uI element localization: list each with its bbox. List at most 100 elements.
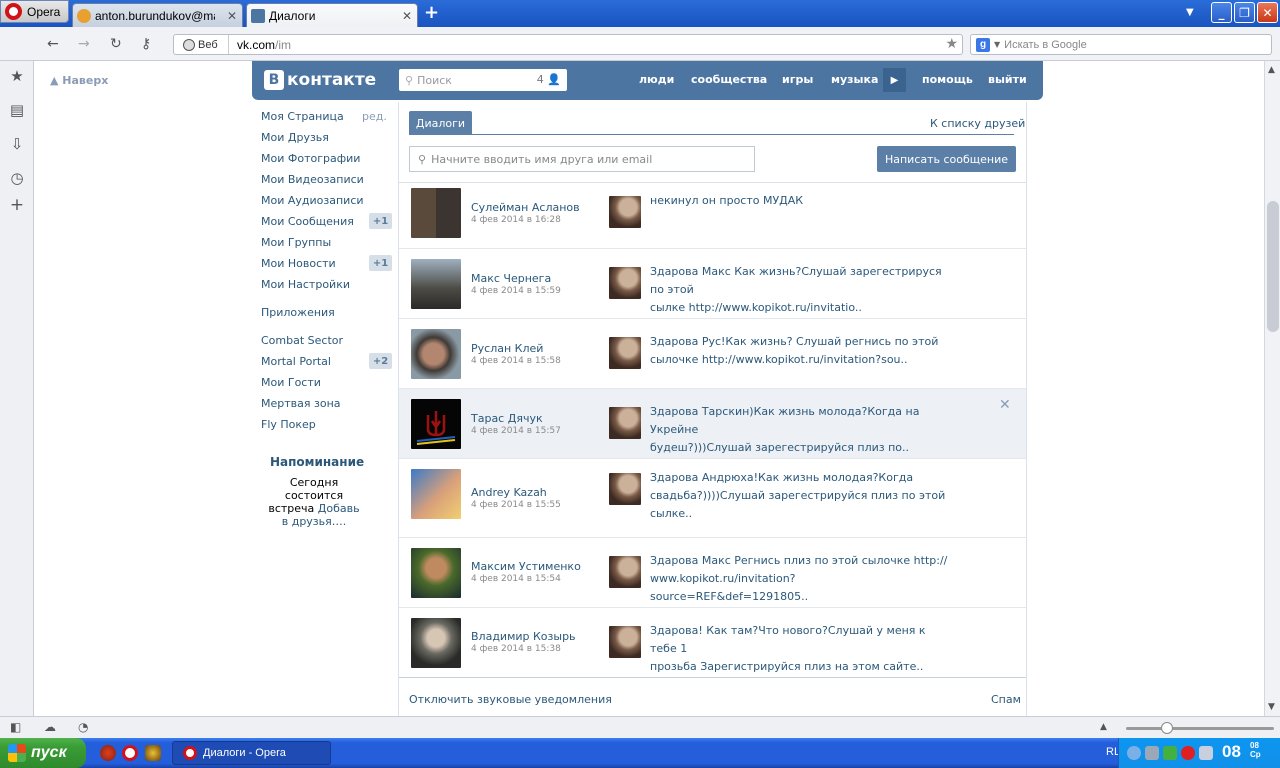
opera-menu-button[interactable]: Opera	[0, 0, 69, 23]
message-preview[interactable]: Здарова Тарскин)Как жизнь молода?Когда н…	[650, 403, 950, 457]
dialog-row[interactable]: Руслан Клей 4 фев 2014 в 15:58 Здарова Р…	[399, 319, 1026, 389]
quicklaunch-game-icon[interactable]	[145, 745, 161, 761]
menu-settings[interactable]: Мои Настройки	[261, 278, 350, 291]
my-avatar[interactable]	[609, 337, 641, 369]
tray-arrow-icon[interactable]	[1127, 746, 1141, 760]
dialog-row[interactable]: Максим Устименко 4 фев 2014 в 15:54 Здар…	[399, 538, 1026, 608]
message-preview[interactable]: Здарова Макс Как жизнь?Слушай зарегестри…	[650, 263, 950, 317]
scroll-up-arrow-icon[interactable]: ▲	[1268, 65, 1275, 75]
my-avatar[interactable]	[609, 626, 641, 658]
nav-people[interactable]: люди	[639, 73, 674, 86]
bookmarks-star-icon[interactable]: ★	[8, 67, 26, 85]
menu-groups[interactable]: Мои Группы	[261, 236, 331, 249]
vk-search-input[interactable]: ⚲ Поиск 4 👤	[399, 69, 567, 91]
quicklaunch-browser-icon[interactable]	[100, 745, 116, 761]
web-security-badge[interactable]: Веб	[174, 35, 229, 54]
back-arrow-icon[interactable]: ←	[47, 36, 59, 52]
nav-games[interactable]: игры	[782, 73, 813, 86]
contact-avatar[interactable]	[411, 469, 461, 519]
notes-icon[interactable]: ▤	[8, 101, 26, 119]
quicklaunch-opera-icon[interactable]	[122, 745, 138, 761]
contact-name[interactable]: Andrey Kazah	[471, 486, 547, 499]
message-preview[interactable]: Здарова Рус!Как жизнь? Слушай регнись по…	[650, 333, 950, 369]
address-url[interactable]: vk.com/im	[237, 38, 291, 52]
dialog-row[interactable]: Andrey Kazah 4 фев 2014 в 15:55 Здарова …	[399, 459, 1026, 538]
news-badge[interactable]: +1	[369, 255, 392, 271]
my-avatar[interactable]	[609, 407, 641, 439]
menu-photos[interactable]: Мои Фотографии	[261, 152, 360, 165]
taskbar-item-opera[interactable]: Диалоги - Opera	[172, 741, 331, 765]
app-mortal-portal[interactable]: Mortal Portal	[261, 355, 331, 368]
disable-sound-notifications-link[interactable]: Отключить звуковые уведомления	[409, 693, 612, 706]
messages-badge[interactable]: +1	[369, 213, 392, 229]
tab-list-chevron-down-icon[interactable]: ▼	[1186, 7, 1194, 18]
contact-avatar[interactable]	[411, 399, 461, 449]
close-tab-icon[interactable]: ✕	[227, 9, 237, 23]
app-my-guests[interactable]: Мои Гости	[261, 376, 321, 389]
message-preview[interactable]: некинул он просто МУДАК	[650, 192, 950, 210]
search-engine-chevron-down-icon[interactable]: ▼	[994, 40, 1000, 49]
contact-name[interactable]: Владимир Козырь	[471, 630, 576, 643]
history-clock-icon[interactable]: ◷	[8, 169, 26, 187]
tab-dialogs-page[interactable]: Диалоги	[409, 111, 472, 135]
spam-link[interactable]: Спам	[991, 693, 1021, 706]
tray-opera-icon[interactable]	[1181, 746, 1195, 760]
message-preview[interactable]: Здарова Андрюха!Как жизнь молодая?Когда …	[650, 469, 950, 523]
downloads-icon[interactable]: ⇩	[8, 135, 26, 153]
tray-network-icon[interactable]	[1145, 746, 1159, 760]
contact-avatar[interactable]	[411, 618, 461, 668]
new-tab-plus-icon[interactable]: +	[424, 4, 439, 22]
reload-icon[interactable]: ↻	[110, 36, 122, 52]
start-button[interactable]: пуск	[0, 738, 86, 768]
my-avatar[interactable]	[609, 267, 641, 299]
cloud-icon[interactable]: ☁	[44, 720, 56, 734]
message-preview[interactable]: Здарова! Как там?Что нового?Слушай у мен…	[650, 622, 950, 676]
clock-time[interactable]: 08	[1222, 742, 1241, 762]
contact-name[interactable]: Руслан Клей	[471, 342, 543, 355]
contact-name[interactable]: Макс Чернега	[471, 272, 551, 285]
zoom-slider-knob[interactable]	[1161, 722, 1173, 734]
menu-friends[interactable]: Мои Друзья	[261, 131, 329, 144]
my-avatar[interactable]	[609, 473, 641, 505]
minimize-button[interactable]: _	[1211, 2, 1232, 23]
add-panel-plus-icon[interactable]: +	[8, 195, 26, 215]
menu-edit-link[interactable]: ред.	[362, 110, 387, 123]
vertical-scrollbar[interactable]: ▲ ▼	[1264, 61, 1280, 716]
nav-music[interactable]: музыка	[831, 73, 878, 86]
app-dead-zone[interactable]: Мертвая зона	[261, 397, 341, 410]
zoom-arrow-icon[interactable]: ▲	[1100, 722, 1107, 732]
nav-help[interactable]: помощь	[922, 73, 973, 86]
speed-dial-icon[interactable]: ◔	[78, 720, 88, 734]
contact-avatar[interactable]	[411, 188, 461, 238]
menu-my-page[interactable]: Моя Страница	[261, 110, 344, 123]
contact-name[interactable]: Тарас Дячук	[471, 412, 543, 425]
dialog-row[interactable]: Владимир Козырь 4 фев 2014 в 15:38 Здаро…	[399, 608, 1026, 678]
contact-avatar[interactable]	[411, 329, 461, 379]
scrollbar-thumb[interactable]	[1267, 201, 1279, 332]
google-search-field[interactable]: g ▼ Искать в Google	[970, 34, 1272, 55]
contact-name[interactable]: Максим Устименко	[471, 560, 581, 573]
zoom-slider[interactable]	[1126, 727, 1274, 730]
dialog-row[interactable]: Сулейман Асланов 4 фев 2014 в 16:28 неки…	[399, 183, 1026, 249]
panel-toggle-icon[interactable]: ◧	[10, 720, 21, 734]
my-avatar[interactable]	[609, 556, 641, 588]
nav-logout[interactable]: выйти	[988, 73, 1027, 86]
menu-messages[interactable]: Мои Сообщения	[261, 215, 354, 228]
write-message-button[interactable]: Написать сообщение	[877, 146, 1016, 172]
scroll-down-arrow-icon[interactable]: ▼	[1268, 702, 1275, 712]
music-play-icon[interactable]: ▶	[883, 68, 906, 92]
bookmark-star-icon[interactable]: ★	[945, 36, 958, 52]
message-preview[interactable]: Здарова Макс Регнись плиз по этой сылочк…	[650, 552, 950, 606]
dialog-row[interactable]: Макс Чернега 4 фев 2014 в 15:59 Здарова …	[399, 249, 1026, 319]
mortal-portal-badge[interactable]: +2	[369, 353, 392, 369]
menu-videos[interactable]: Мои Видеозаписи	[261, 173, 364, 186]
nav-communities[interactable]: сообщества	[691, 73, 767, 86]
back-to-top-link[interactable]: ▲ Наверх	[50, 74, 108, 87]
app-fly-poker[interactable]: Fly Покер	[261, 418, 316, 431]
contact-name[interactable]: Сулейман Асланов	[471, 201, 580, 214]
key-icon[interactable]: ⚷	[141, 36, 151, 52]
menu-apps[interactable]: Приложения	[261, 306, 335, 319]
delete-dialog-close-icon[interactable]: ✕	[999, 397, 1011, 413]
tab-dialogs[interactable]: Диалоги ✕	[246, 3, 418, 27]
dialog-row[interactable]: Тарас Дячук 4 фев 2014 в 15:57 Здарова Т…	[399, 389, 1026, 459]
